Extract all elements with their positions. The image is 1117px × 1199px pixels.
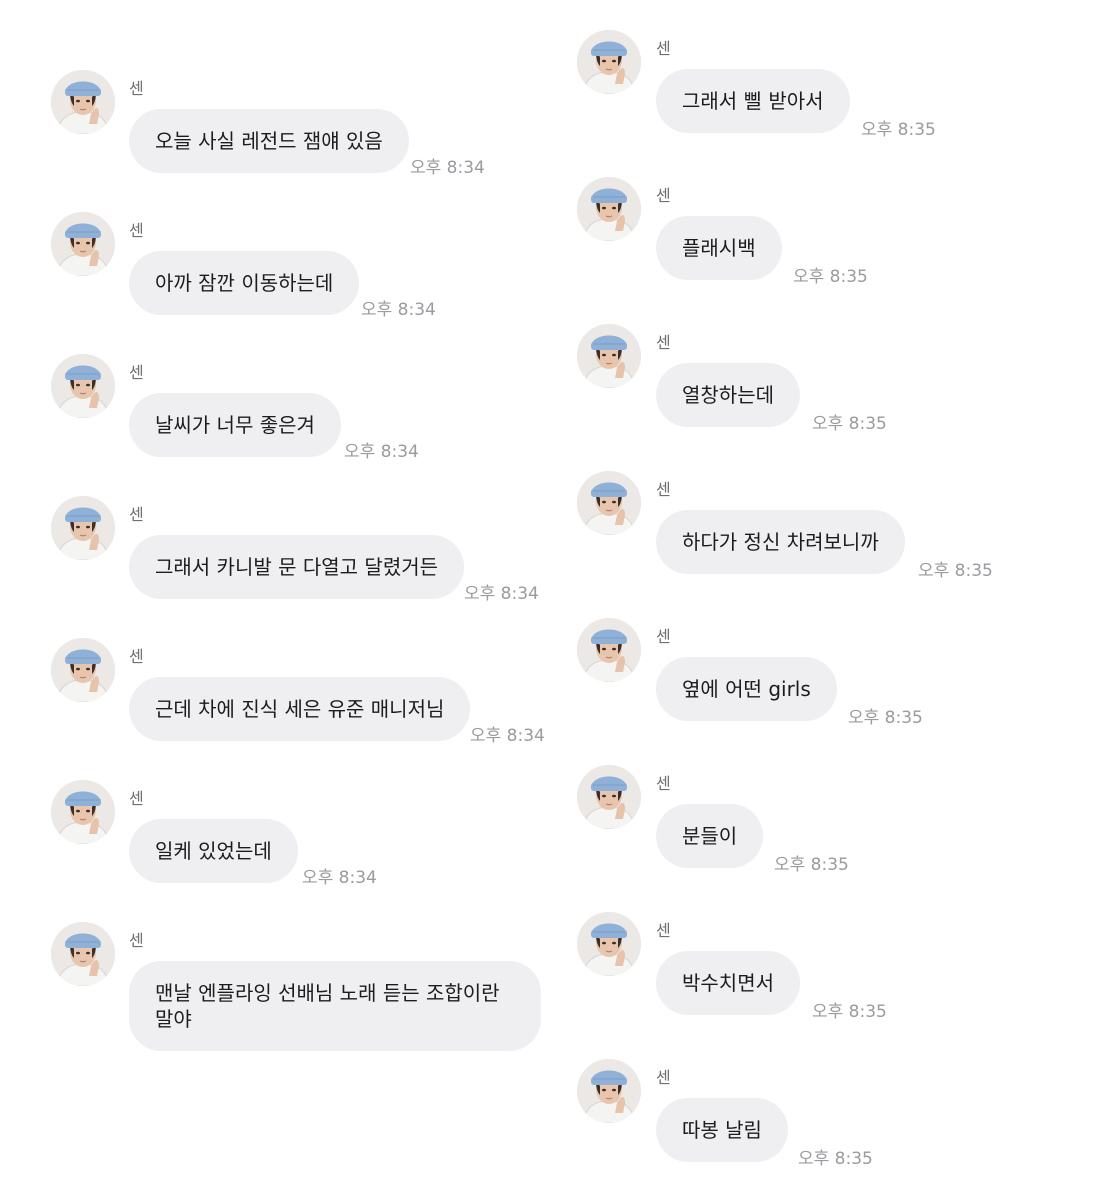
message-bubble[interactable]: 그래서 삘 받아서	[656, 69, 850, 133]
profile-photo-icon	[577, 912, 641, 976]
message-time: 오후 8:34	[464, 584, 539, 604]
sender-name: 센	[129, 221, 144, 240]
profile-photo-icon	[577, 618, 641, 682]
message-time: 오후 8:35	[861, 120, 936, 140]
profile-avatar-icon[interactable]	[51, 638, 115, 702]
profile-avatar-icon[interactable]	[51, 922, 115, 986]
sender-name: 센	[656, 39, 671, 58]
message-time: 오후 8:35	[798, 1149, 873, 1169]
sender-name: 센	[656, 774, 671, 793]
message-bubble[interactable]: 그래서 카니발 문 다열고 달렸거든	[129, 535, 465, 599]
profile-photo-icon	[577, 30, 641, 94]
sender-name: 센	[129, 505, 144, 524]
message-bubble[interactable]: 오늘 사실 레전드 잼얘 있음	[129, 109, 409, 173]
message-time: 오후 8:35	[848, 708, 923, 728]
message-bubble[interactable]: 박수치면서	[656, 951, 800, 1015]
sender-name: 센	[656, 186, 671, 205]
sender-name: 센	[129, 363, 144, 382]
profile-avatar-icon[interactable]	[51, 780, 115, 844]
message-bubble[interactable]: 맨날 엔플라잉 선배님 노래 듣는 조합이란 말야	[129, 961, 541, 1051]
sender-name: 센	[129, 931, 144, 950]
profile-photo-icon	[51, 354, 115, 418]
message-time: 오후 8:34	[361, 300, 436, 320]
profile-avatar-icon[interactable]	[51, 70, 115, 134]
profile-avatar-icon[interactable]	[577, 765, 641, 829]
message-bubble[interactable]: 아까 잠깐 이동하는데	[129, 251, 360, 315]
sender-name: 센	[656, 333, 671, 352]
message-time: 오후 8:34	[344, 442, 419, 462]
sender-name: 센	[656, 1068, 671, 1087]
message-time: 오후 8:34	[470, 726, 545, 746]
sender-name: 센	[656, 921, 671, 940]
profile-avatar-icon[interactable]	[577, 30, 641, 94]
message-bubble[interactable]: 하다가 정신 차려보니까	[656, 510, 905, 574]
message-bubble[interactable]: 따봉 날림	[656, 1098, 788, 1162]
message-bubble[interactable]: 날씨가 너무 좋은겨	[129, 393, 341, 457]
message-bubble[interactable]: 일케 있었는데	[129, 819, 298, 883]
profile-photo-icon	[51, 212, 115, 276]
sender-name: 센	[656, 627, 671, 646]
profile-avatar-icon[interactable]	[51, 212, 115, 276]
message-time: 오후 8:34	[410, 158, 485, 178]
profile-photo-icon	[51, 638, 115, 702]
profile-avatar-icon[interactable]	[577, 1059, 641, 1123]
profile-avatar-icon[interactable]	[51, 496, 115, 560]
message-time: 오후 8:35	[774, 855, 849, 875]
profile-photo-icon	[577, 177, 641, 241]
message-bubble[interactable]: 근데 차에 진식 세은 유준 매니저님	[129, 677, 471, 741]
profile-avatar-icon[interactable]	[577, 618, 641, 682]
message-time: 오후 8:35	[812, 1002, 887, 1022]
profile-avatar-icon[interactable]	[577, 177, 641, 241]
profile-avatar-icon[interactable]	[577, 912, 641, 976]
message-time: 오후 8:35	[812, 414, 887, 434]
profile-photo-icon	[577, 471, 641, 535]
profile-avatar-icon[interactable]	[577, 324, 641, 388]
profile-photo-icon	[51, 780, 115, 844]
message-bubble[interactable]: 플래시백	[656, 216, 782, 280]
profile-avatar-icon[interactable]	[51, 354, 115, 418]
profile-photo-icon	[51, 496, 115, 560]
sender-name: 센	[129, 789, 144, 808]
profile-photo-icon	[51, 922, 115, 986]
sender-name: 센	[129, 647, 144, 666]
sender-name: 센	[129, 79, 144, 98]
message-time: 오후 8:35	[918, 561, 993, 581]
profile-photo-icon	[577, 324, 641, 388]
message-bubble[interactable]: 분들이	[656, 804, 764, 868]
profile-photo-icon	[51, 70, 115, 134]
message-bubble[interactable]: 옆에 어떤 girls	[656, 657, 837, 721]
sender-name: 센	[656, 480, 671, 499]
message-time: 오후 8:34	[302, 868, 377, 888]
profile-avatar-icon[interactable]	[577, 471, 641, 535]
message-bubble[interactable]: 열창하는데	[656, 363, 800, 427]
profile-photo-icon	[577, 765, 641, 829]
profile-photo-icon	[577, 1059, 641, 1123]
message-time: 오후 8:35	[793, 267, 868, 287]
